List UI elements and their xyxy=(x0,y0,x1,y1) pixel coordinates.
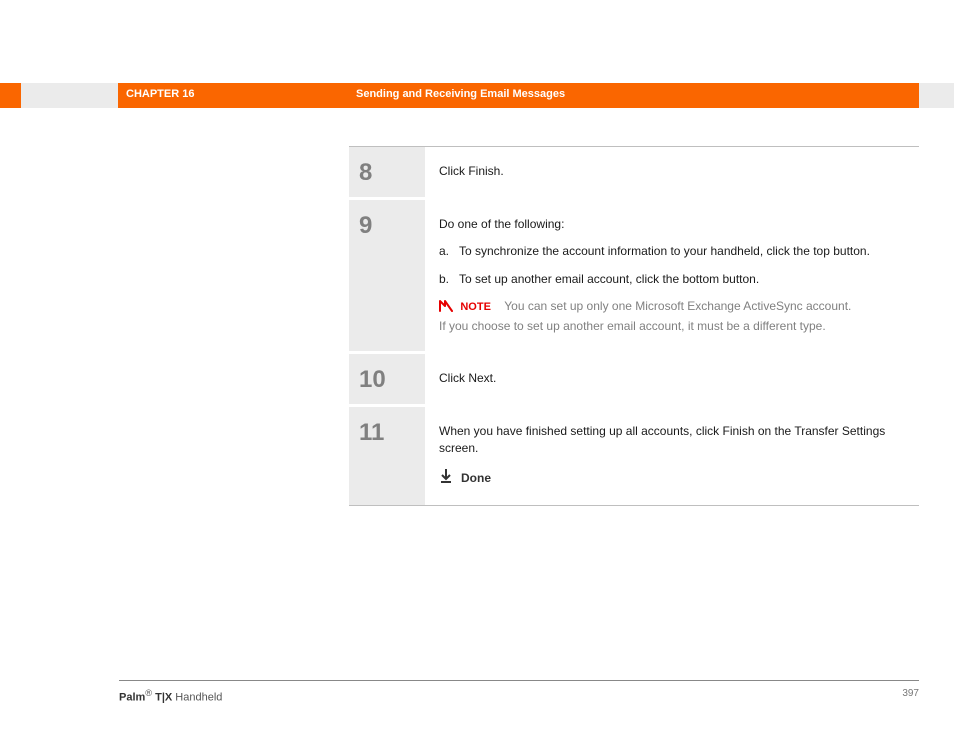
step-body: Click Finish. xyxy=(425,147,919,197)
note-block: NOTE You can set up only one Microsoft E… xyxy=(439,298,897,335)
note-text: You can set up only one Microsoft Exchan… xyxy=(439,299,851,332)
step-text: Click Finish. xyxy=(439,164,504,178)
page-number: 397 xyxy=(902,688,919,699)
step-number-cell: 10 xyxy=(349,354,425,404)
note-icon xyxy=(439,300,453,317)
note-label: NOTE xyxy=(460,301,491,313)
step-body: Do one of the following: a. To synchroni… xyxy=(425,200,919,351)
step-number-cell: 11 xyxy=(349,407,425,505)
step-number: 10 xyxy=(359,368,425,392)
done-row: Done xyxy=(439,468,897,489)
footer-product: Palm® T|X Handheld xyxy=(119,688,222,704)
step-11: 11 When you have finished setting up all… xyxy=(349,404,919,505)
step-10: 10 Click Next. xyxy=(349,351,919,404)
header-accent-left xyxy=(0,83,21,108)
sublist-item-a: a. To synchronize the account informatio… xyxy=(439,243,897,260)
step-number-cell: 9 xyxy=(349,200,425,351)
done-label: Done xyxy=(461,470,491,487)
sublist-letter: b. xyxy=(439,271,459,288)
step-text: Click Next. xyxy=(439,371,496,385)
step-9: 9 Do one of the following: a. To synchro… xyxy=(349,197,919,351)
footer-rule xyxy=(119,680,919,681)
step-body: Click Next. xyxy=(425,354,919,404)
sublist-text: To synchronize the account information t… xyxy=(459,243,897,260)
header-gap xyxy=(21,83,118,108)
sublist-item-b: b. To set up another email account, clic… xyxy=(439,271,897,288)
step-body: When you have finished setting up all ac… xyxy=(425,407,919,505)
sublist-text: To set up another email account, click t… xyxy=(459,271,897,288)
steps-table: 8 Click Finish. 9 Do one of the followin… xyxy=(349,146,919,506)
sublist-letter: a. xyxy=(439,243,459,260)
step-sublist: a. To synchronize the account informatio… xyxy=(439,243,897,288)
step-number: 11 xyxy=(359,421,425,445)
step-8: 8 Click Finish. xyxy=(349,147,919,197)
step-number: 9 xyxy=(359,214,425,238)
step-number: 8 xyxy=(359,161,425,185)
down-arrow-icon xyxy=(439,468,453,489)
step-number-cell: 8 xyxy=(349,147,425,197)
step-text: When you have finished setting up all ac… xyxy=(439,423,897,458)
chapter-label: CHAPTER 16 xyxy=(126,88,194,100)
header-gap-right xyxy=(919,83,954,108)
section-title: Sending and Receiving Email Messages xyxy=(356,88,565,100)
step-intro: Do one of the following: xyxy=(439,216,897,233)
